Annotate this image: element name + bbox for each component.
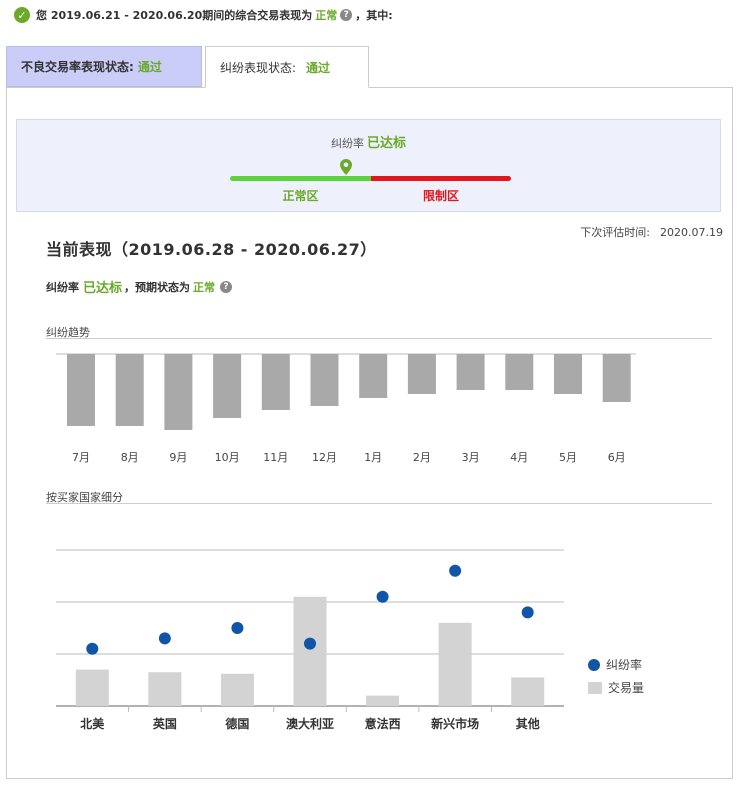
status-label: 纠纷率: [330, 137, 364, 150]
trend-bar: [359, 354, 388, 398]
trend-tick-label: 1月: [364, 451, 382, 464]
country-volume-bar: [438, 622, 472, 706]
legend-rate-label: 纠纷率: [606, 658, 643, 672]
tab-bar: 不良交易率表现状态: 通过 纠纷表现状态: 通过: [6, 46, 372, 88]
trend-bar: [602, 354, 631, 402]
country-breakdown-chart: 北美 英国 德国 澳大利亚 意法西 新兴市场 其他: [56, 549, 564, 731]
trend-tick-label: 5月: [559, 451, 577, 464]
current-performance-title: 当前表现（2019.06.28 - 2020.06.27）: [46, 240, 377, 259]
next-eval-label: 下次评估时间:: [580, 226, 651, 239]
country-tick-label: 新兴市场: [431, 716, 479, 731]
trend-bar: [505, 354, 534, 390]
country-divider: [46, 503, 712, 504]
trend-tick-label: 12月: [312, 451, 337, 464]
trend-tick-label: 4月: [510, 451, 528, 464]
trend-bar: [213, 354, 242, 418]
next-evaluation: 下次评估时间: 2020.07.19: [580, 224, 723, 240]
current-performance-summary: 纠纷率 已达标 ，预期状态为 正常 ?: [46, 277, 235, 296]
trend-bar: [115, 354, 144, 426]
country-volume-bar: [220, 673, 254, 706]
tab-status: 通过: [306, 60, 331, 75]
trend-bar: [164, 354, 193, 430]
trend-tick-label: 3月: [462, 451, 480, 464]
tab-bad-transaction[interactable]: 不良交易率表现状态: 通过: [6, 46, 202, 87]
country-volume-bar: [366, 695, 400, 706]
normal-zone-bar: [230, 176, 371, 181]
help-icon[interactable]: ?: [220, 280, 233, 293]
check-circle-icon: ✓: [14, 7, 30, 23]
summary-line: ✓ 您 2019.06.21 - 2020.06.20期间的综合交易表现为 正常…: [14, 6, 393, 24]
trend-divider: [46, 338, 712, 339]
country-rate-point: [86, 642, 99, 655]
legend-rate: 纠纷率: [588, 656, 642, 673]
country-tick-label: 北美: [80, 716, 105, 731]
country-tick-label: 其他: [516, 716, 540, 731]
trend-bar: [554, 354, 582, 394]
status-value: 已达标: [366, 136, 406, 151]
expected-label: ，预期状态为: [124, 280, 191, 294]
country-rate-point: [449, 564, 462, 577]
legend-volume: 交易量: [588, 679, 644, 696]
help-icon[interactable]: ?: [340, 9, 353, 21]
summary-prefix: 您 2019.06.21 - 2020.06.20期间的综合交易表现为: [36, 9, 313, 22]
country-rate-point: [521, 606, 534, 619]
trend-bar: [261, 354, 290, 410]
summary-status: 正常: [315, 9, 338, 22]
rate-label: 纠纷率: [46, 280, 79, 294]
limit-zone-label: 限制区: [422, 189, 459, 203]
tab-label: 不良交易率表现状态:: [21, 60, 134, 74]
trend-tick-label: 11月: [263, 451, 288, 464]
country-rate-point: [376, 590, 389, 603]
trend-bar: [407, 354, 436, 394]
country-rate-point: [158, 632, 171, 645]
country-tick-label: 德国: [225, 716, 249, 731]
legend-rate-marker: [588, 658, 600, 671]
trend-bar: [67, 354, 95, 426]
rate-status: 已达标: [83, 281, 123, 296]
next-eval-date: 2020.07.19: [660, 226, 723, 239]
country-tick-label: 澳大利亚: [286, 716, 334, 731]
expected-status: 正常: [193, 280, 216, 294]
trend-bar: [310, 354, 339, 406]
trend-tick-label: 2月: [413, 451, 431, 464]
trend-tick-label: 9月: [169, 451, 187, 464]
trend-tick-label: 8月: [121, 451, 139, 464]
trend-bar: [456, 354, 485, 390]
trend-tick-label: 6月: [608, 451, 626, 464]
summary-suffix: ，其中:: [355, 9, 393, 22]
normal-zone-label: 正常区: [282, 189, 319, 203]
country-tick-label: 意法西: [365, 716, 401, 731]
legend-volume-label: 交易量: [608, 681, 645, 695]
limit-zone-bar: [371, 176, 511, 181]
country-rate-point: [304, 637, 316, 650]
country-volume-bar: [148, 672, 182, 706]
tab-dispute[interactable]: 纠纷表现状态: 通过: [205, 46, 369, 88]
location-pin-icon: [340, 159, 352, 175]
country-rate-point: [231, 622, 244, 634]
country-volume-bar: [293, 596, 327, 706]
tab-status: 通过: [137, 60, 162, 74]
country-volume-bar: [75, 669, 109, 706]
trend-tick-label: 10月: [215, 451, 240, 464]
legend-volume-marker: [588, 681, 602, 694]
dispute-status-box: 纠纷率 已达标 正常区 限制区: [16, 119, 721, 212]
country-tick-label: 英国: [153, 716, 177, 731]
dispute-trend-chart: 7月 8月 9月 10月 11月 12月 1月 2月 3月 4月 5月 6月: [56, 353, 636, 464]
country-volume-bar: [511, 677, 545, 706]
trend-tick-label: 7月: [72, 451, 90, 464]
tab-label: 纠纷表现状态:: [220, 60, 297, 75]
status-title: 纠纷率 已达标: [17, 132, 720, 151]
